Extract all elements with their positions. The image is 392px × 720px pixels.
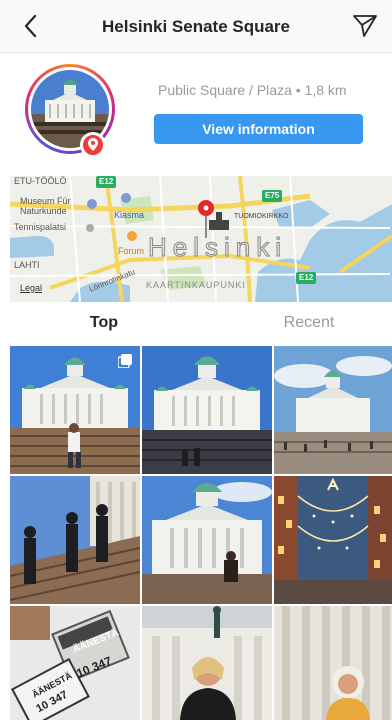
tab-top[interactable]: Top [40,302,168,344]
location-meta: Public Square / Plaza • 1,8 km [158,82,347,98]
post-8[interactable] [142,606,272,720]
map-label: TUOMIOKIRKKO [234,213,289,220]
post-1[interactable] [10,346,140,474]
road-shield: E12 [96,176,117,188]
map-label: Tennispalatsi [14,222,67,232]
meta-separator: • [291,82,305,98]
paper-plane-icon[interactable] [352,13,378,39]
map-city-label: Helsinki [147,232,288,263]
post-6[interactable] [274,476,392,604]
view-information-button[interactable]: View information [154,114,363,144]
map-legal-link[interactable]: Legal [20,283,42,293]
post-9[interactable] [274,606,392,720]
location-map[interactable]: ETU-TÖÖLÖ Museum Für Naturkunde Tennispa… [10,176,392,302]
post-3[interactable] [274,346,392,474]
post-2[interactable] [142,346,272,474]
shopping-icon [127,231,137,241]
post-tabs: Top Recent [0,302,392,344]
chevron-left-icon[interactable] [20,12,44,40]
road-shield: E75 [262,190,283,202]
map-label: LAHTI [14,260,40,270]
page-title: Helsinki Senate Square [101,17,291,36]
museum-icon [87,199,97,209]
category-label: Public Square / Plaza [158,82,292,98]
map-label: Kiasma [114,210,145,220]
tennispalatsi-icon [86,224,94,232]
map-label: Forum [118,246,145,256]
post-5[interactable] [142,476,272,604]
distance-label: 1,8 km [304,82,347,98]
location-header: Public Square / Plaza • 1,8 km View info… [0,52,392,170]
post-4[interactable] [10,476,140,604]
post-grid: ÄÄNESTÄ 10 347 ÄÄNESTÄ 10 347 [10,346,392,720]
navigation-bar: Helsinki Senate Square [0,0,392,53]
tab-recent[interactable]: Recent [244,302,374,344]
location-pin-icon [80,132,106,158]
road-shield: E12 [296,272,317,284]
map-label: Museum Für Naturkunde [20,196,71,216]
multiple-photos-icon [118,354,132,368]
map-label: ETU-TÖÖLÖ [14,176,67,186]
map-label: KAARTINKAUPUNKI [146,280,246,290]
post-7[interactable]: ÄÄNESTÄ 10 347 ÄÄNESTÄ 10 347 [10,606,140,720]
kiasma-icon [121,193,131,203]
